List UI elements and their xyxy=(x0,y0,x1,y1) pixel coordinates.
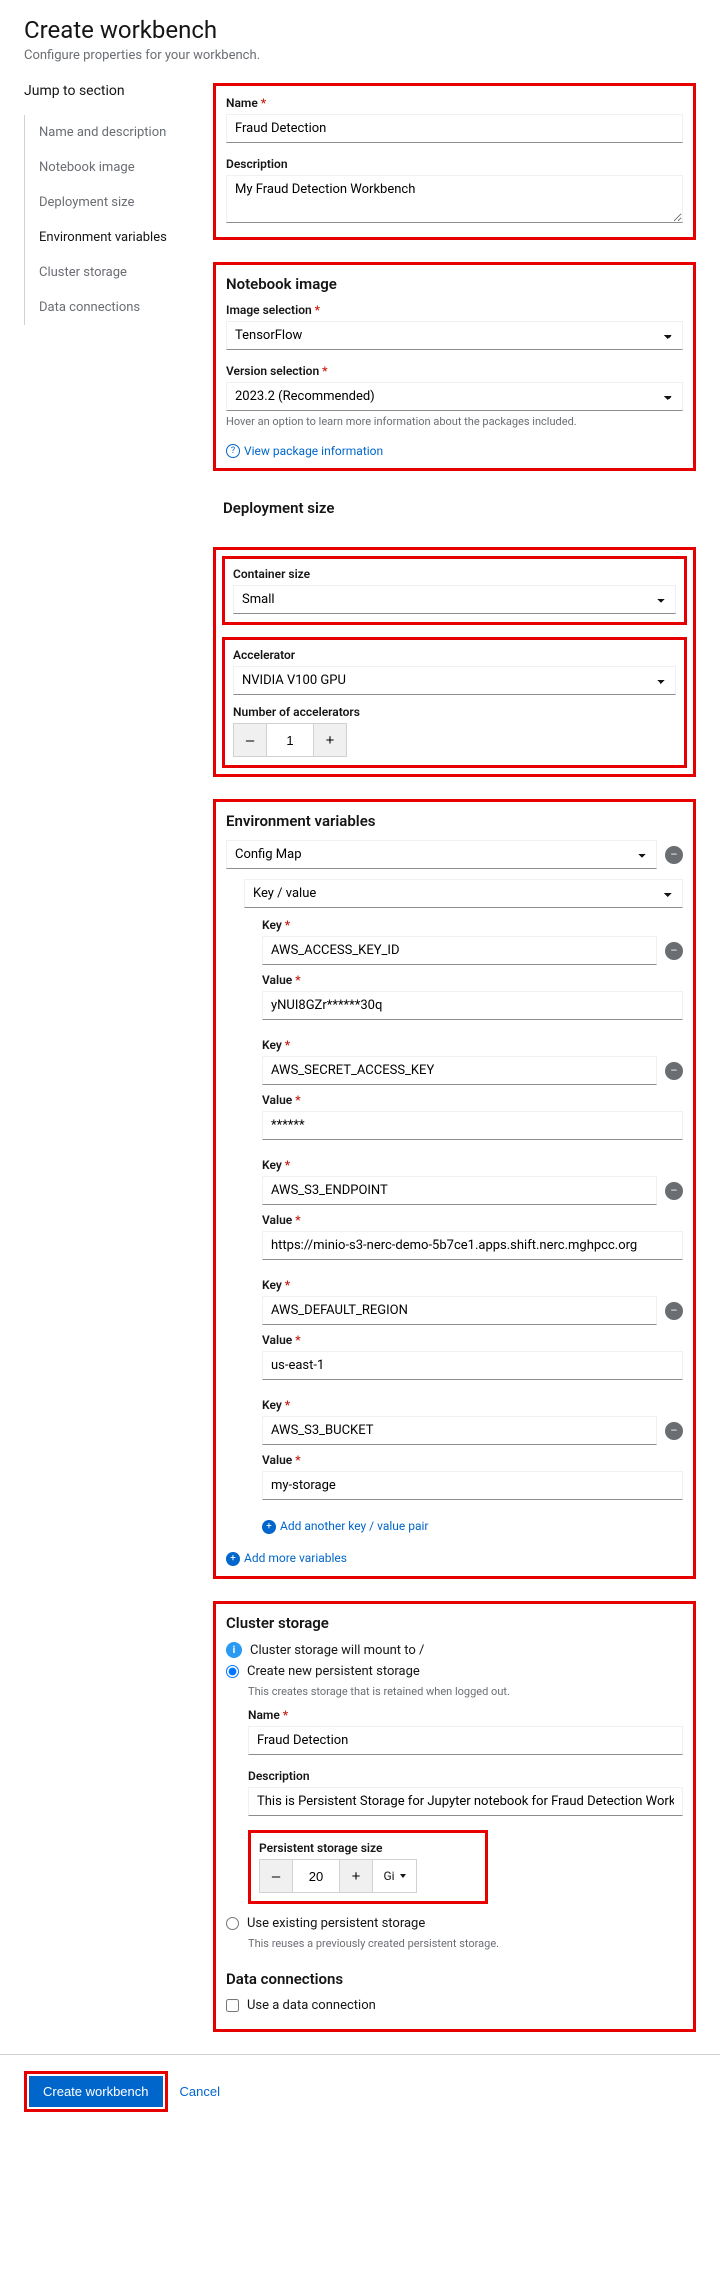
env-value-input-0[interactable] xyxy=(262,991,683,1020)
remove-envtype-icon[interactable]: – xyxy=(665,846,683,864)
env-value-label: Value xyxy=(262,1333,683,1347)
footer: Create workbench Cancel xyxy=(0,2054,720,2140)
cs-name-input[interactable] xyxy=(248,1726,683,1755)
name-label: Name xyxy=(226,96,683,110)
env-type-select[interactable]: Config Map xyxy=(226,840,657,869)
use-data-conn-label: Use a data connection xyxy=(247,1998,376,2013)
num-accel-minus[interactable]: – xyxy=(234,724,266,756)
num-accel-label: Number of accelerators xyxy=(233,705,676,719)
env-key-input-1[interactable] xyxy=(262,1056,657,1085)
env-value-input-1[interactable] xyxy=(262,1111,683,1140)
remove-pair-icon[interactable]: – xyxy=(665,942,683,960)
num-accel-stepper: – + xyxy=(233,723,347,757)
env-subtype-select[interactable]: Key / value xyxy=(244,879,683,908)
section-cluster-storage: Cluster storage i Cluster storage will m… xyxy=(213,1601,696,2032)
section-name-desc: Name Description My Fraud Detection Work… xyxy=(213,83,696,240)
accelerator-select[interactable]: NVIDIA V100 GPU xyxy=(233,666,676,695)
cancel-button[interactable]: Cancel xyxy=(180,2084,220,2099)
env-key-input-3[interactable] xyxy=(262,1296,657,1325)
page-title: Create workbench xyxy=(24,16,696,44)
sidebar-item-env-vars[interactable]: Environment variables xyxy=(25,220,189,255)
cs-desc-input[interactable] xyxy=(248,1787,683,1816)
env-vars-heading: Environment variables xyxy=(226,812,683,830)
page-subtitle: Configure properties for your workbench. xyxy=(24,48,696,63)
jump-to-sidebar: Jump to section Name and description Not… xyxy=(24,83,189,2054)
env-value-label: Value xyxy=(262,1213,683,1227)
info-icon: i xyxy=(226,1642,242,1658)
cs-name-label: Name xyxy=(248,1708,683,1722)
size-input[interactable] xyxy=(292,1860,340,1892)
env-key-input-0[interactable] xyxy=(262,936,657,965)
use-data-conn-checkbox[interactable] xyxy=(226,1999,239,2012)
size-unit-select[interactable]: Gi xyxy=(372,1860,416,1892)
sidebar-item-cluster-storage[interactable]: Cluster storage xyxy=(25,255,189,290)
sidebar-item-data-connections[interactable]: Data connections xyxy=(25,290,189,325)
persistent-size-box: Persistent storage size – + Gi xyxy=(248,1830,488,1904)
env-value-input-2[interactable] xyxy=(262,1231,683,1260)
plus-icon xyxy=(226,1550,240,1566)
use-existing-label: Use existing persistent storage xyxy=(247,1916,425,1931)
create-new-helper: This creates storage that is retained wh… xyxy=(248,1685,683,1698)
plus-icon xyxy=(262,1518,276,1534)
add-more-vars-link[interactable]: Add more variables xyxy=(226,1550,347,1566)
remove-pair-icon[interactable]: – xyxy=(665,1302,683,1320)
env-value-input-4[interactable] xyxy=(262,1471,683,1500)
cluster-storage-heading: Cluster storage xyxy=(226,1614,683,1632)
remove-pair-icon[interactable]: – xyxy=(665,1062,683,1080)
env-value-label: Value xyxy=(262,973,683,987)
size-minus[interactable]: – xyxy=(260,1860,292,1892)
description-textarea[interactable]: My Fraud Detection Workbench xyxy=(226,175,683,223)
sidebar-item-deployment-size[interactable]: Deployment size xyxy=(25,185,189,220)
accelerator-label: Accelerator xyxy=(233,648,676,662)
env-key-label: Key xyxy=(262,918,683,932)
env-value-label: Value xyxy=(262,1093,683,1107)
env-key-label: Key xyxy=(262,1158,683,1172)
sidebar-title: Jump to section xyxy=(24,83,189,99)
sidebar-item-notebook-image[interactable]: Notebook image xyxy=(25,150,189,185)
section-notebook-image: Notebook image Image selection TensorFlo… xyxy=(213,262,696,471)
image-selection-select[interactable]: TensorFlow xyxy=(226,321,683,350)
data-conn-heading: Data connections xyxy=(226,1970,683,1988)
notebook-image-heading: Notebook image xyxy=(226,275,683,293)
use-existing-helper: This reuses a previously created persist… xyxy=(248,1937,683,1950)
add-keyvalue-link[interactable]: Add another key / value pair xyxy=(262,1518,429,1534)
sidebar-item-name-desc[interactable]: Name and description xyxy=(25,115,189,150)
container-size-label: Container size xyxy=(233,567,676,581)
version-selection-select[interactable]: 2023.2 (Recommended) xyxy=(226,382,683,411)
question-icon: ? xyxy=(226,444,240,458)
section-env-vars: Environment variables Config Map – Key /… xyxy=(213,799,696,1579)
cs-desc-label: Description xyxy=(248,1769,683,1783)
container-size-select[interactable]: Small xyxy=(233,585,676,614)
container-size-box: Container size Small xyxy=(222,556,687,625)
section-deployment-size: Deployment size xyxy=(213,493,696,533)
version-helper: Hover an option to learn more informatio… xyxy=(226,415,683,428)
env-value-input-3[interactable] xyxy=(262,1351,683,1380)
image-selection-label: Image selection xyxy=(226,303,683,317)
name-input[interactable] xyxy=(226,114,683,143)
persistent-size-label: Persistent storage size xyxy=(259,1841,477,1855)
deployment-size-heading: Deployment size xyxy=(223,499,686,517)
env-key-label: Key xyxy=(262,1278,683,1292)
env-key-input-2[interactable] xyxy=(262,1176,657,1205)
create-workbench-button[interactable]: Create workbench xyxy=(29,2076,163,2107)
env-key-input-4[interactable] xyxy=(262,1416,657,1445)
box-deployment-size: Container size Small Accelerator NVIDIA … xyxy=(213,547,696,777)
num-accel-input[interactable] xyxy=(266,724,314,756)
create-new-label: Create new persistent storage xyxy=(247,1664,420,1679)
persistent-size-stepper: – + Gi xyxy=(259,1859,417,1893)
use-existing-radio[interactable] xyxy=(226,1917,239,1930)
env-key-label: Key xyxy=(262,1038,683,1052)
version-selection-label: Version selection xyxy=(226,364,683,378)
remove-pair-icon[interactable]: – xyxy=(665,1182,683,1200)
env-key-label: Key xyxy=(262,1398,683,1412)
mount-info: Cluster storage will mount to / xyxy=(250,1643,424,1658)
size-plus[interactable]: + xyxy=(340,1860,372,1892)
env-value-label: Value xyxy=(262,1453,683,1467)
accelerator-box: Accelerator NVIDIA V100 GPU Number of ac… xyxy=(222,637,687,768)
view-package-link[interactable]: ? View package information xyxy=(226,444,383,458)
num-accel-plus[interactable]: + xyxy=(314,724,346,756)
remove-pair-icon[interactable]: – xyxy=(665,1422,683,1440)
create-new-radio[interactable] xyxy=(226,1665,239,1678)
description-label: Description xyxy=(226,157,683,171)
